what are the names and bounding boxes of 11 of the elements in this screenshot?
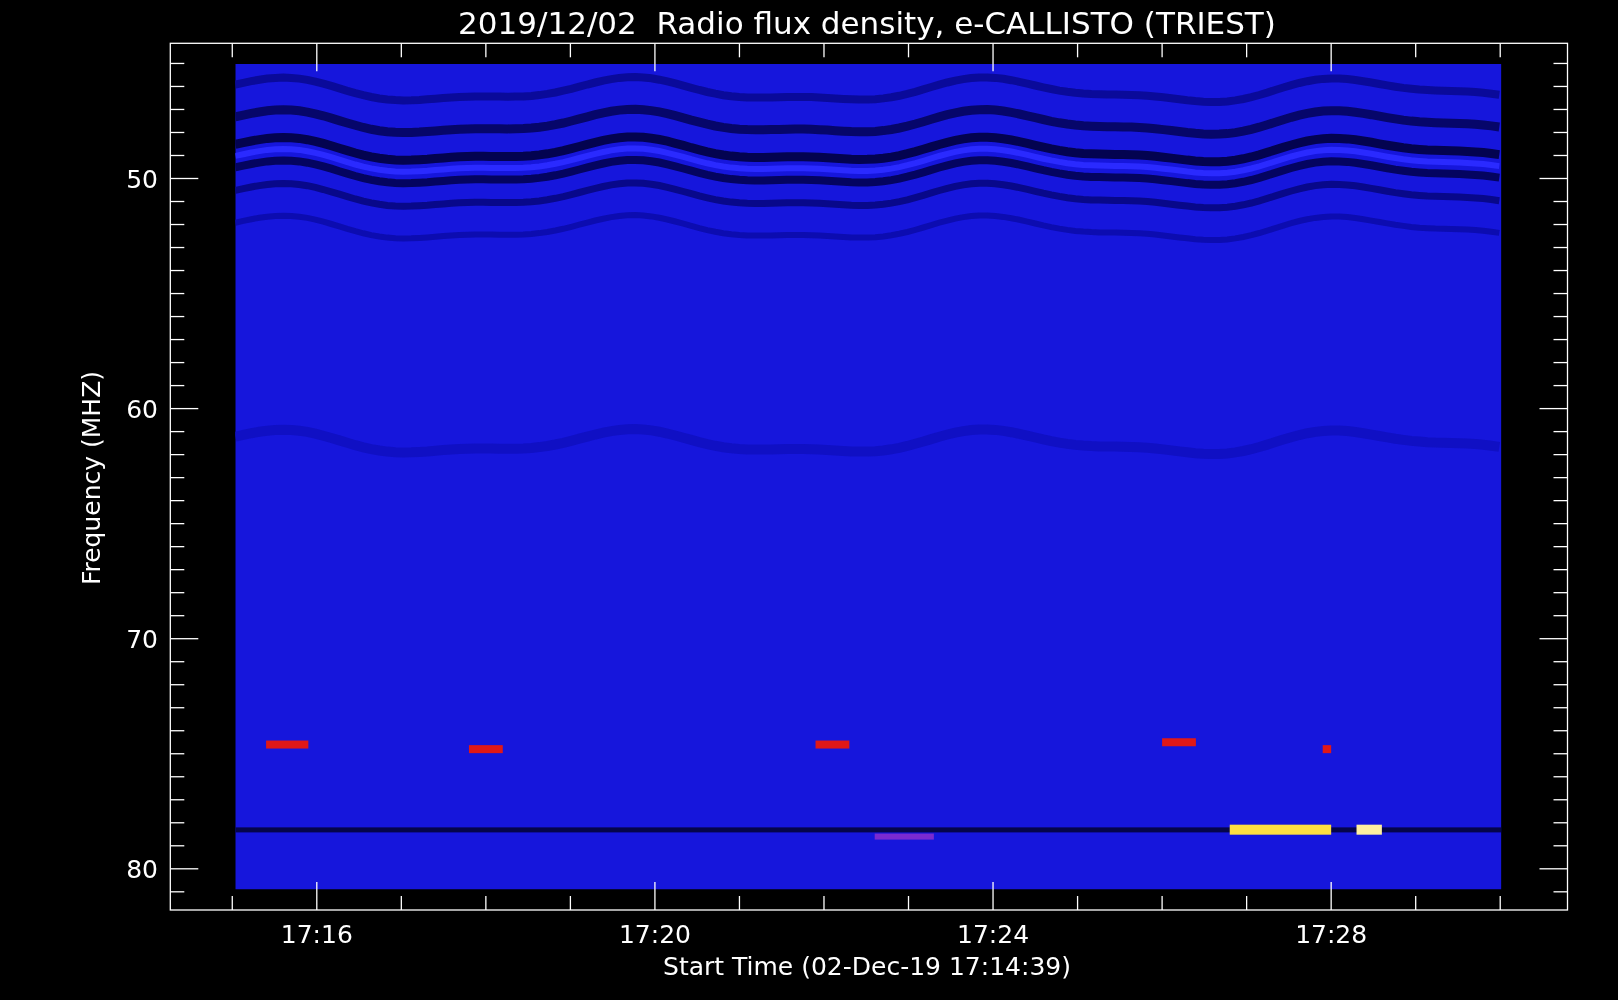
x-tick-label: 17:28 <box>1295 920 1368 949</box>
y-axis-label: Frequency (MHZ) <box>77 370 106 586</box>
y-tick-label: 70 <box>126 624 158 654</box>
x-tick-label: 17:16 <box>280 920 353 949</box>
y-tick-label: 80 <box>126 854 158 884</box>
x-axis-label: Start Time (02-Dec-19 17:14:39) <box>663 952 1071 981</box>
y-tick-label: 60 <box>126 394 158 424</box>
x-tick-label: 17:24 <box>957 920 1030 949</box>
chart-title: 2019/12/02 Radio flux density, e-CALLISTO (TRIEST) <box>458 5 1276 41</box>
y-tick-label: 50 <box>126 164 158 194</box>
x-tick-label: 17:20 <box>618 920 691 949</box>
